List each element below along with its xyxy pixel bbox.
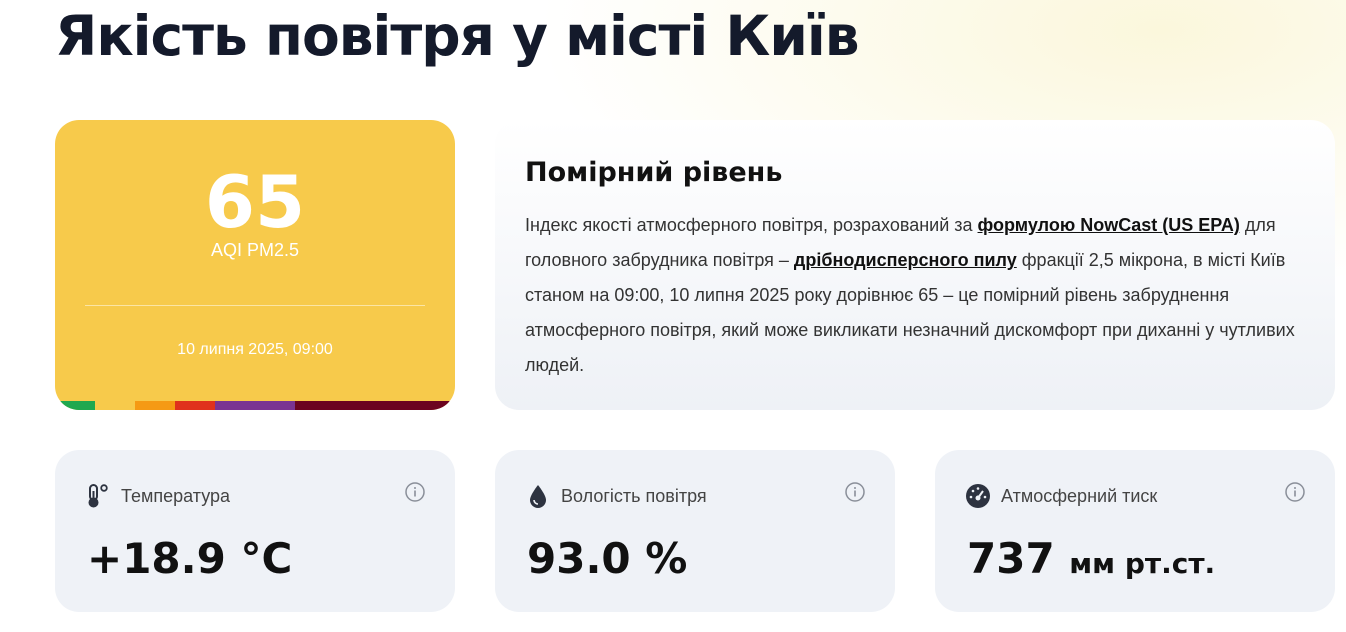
pressure-label: Атмосферний тиск xyxy=(1001,485,1158,506)
pressure-unit: мм рт.ст. xyxy=(1069,547,1216,580)
pressure-value: 737 мм рт.ст. xyxy=(967,534,1215,589)
scale-segment-moderate xyxy=(95,401,135,410)
pressure-number: 737 xyxy=(967,534,1055,583)
temperature-value: +18.9 °C xyxy=(87,534,293,583)
temperature-label: Температура xyxy=(121,485,231,506)
aqi-card: 65 AQI PM2.5 10 липня 2025, 09:00 xyxy=(55,120,455,410)
fine-dust-link[interactable]: дрібнодисперсного пилу xyxy=(794,250,1017,270)
aqi-unit: AQI PM2.5 xyxy=(210,240,300,260)
description-text-part: Індекс якості атмосферного повітря, розр… xyxy=(525,215,978,235)
humidity-card: Вологість повітря 93.0 % xyxy=(495,450,895,612)
temperature-card: Температура +18.9 °C xyxy=(55,450,455,612)
scale-segment-unhealthy xyxy=(175,401,215,410)
humidity-label: Вологість повітря xyxy=(561,485,707,506)
pressure-card: Атмосферний тиск 737 мм рт.ст. xyxy=(935,450,1335,612)
aqi-timestamp: 10 липня 2025, 09:00 xyxy=(177,341,333,358)
aqi-description-card: Помірний рівень Індекс якості атмосферно… xyxy=(495,120,1335,410)
water-drop-icon xyxy=(525,483,551,509)
info-icon[interactable] xyxy=(845,482,865,502)
info-icon[interactable] xyxy=(405,482,425,502)
scale-segment-good xyxy=(55,401,95,410)
aqi-value: 65 xyxy=(204,160,306,244)
page-title: Якість повітря у місті Київ xyxy=(55,4,860,68)
scale-segment-hazardous xyxy=(295,401,455,410)
aqi-color-scale xyxy=(55,401,455,410)
info-icon[interactable] xyxy=(1285,482,1305,502)
humidity-value: 93.0 % xyxy=(527,534,688,583)
aqi-divider xyxy=(85,305,425,306)
gauge-icon xyxy=(965,483,991,509)
scale-segment-sensitive xyxy=(135,401,175,410)
aqi-description-text: Індекс якості атмосферного повітря, розр… xyxy=(525,208,1305,383)
scale-segment-very-unhealthy xyxy=(215,401,295,410)
thermometer-icon xyxy=(85,483,111,509)
nowcast-formula-link[interactable]: формулою NowCast (US EPA) xyxy=(978,215,1240,235)
aqi-level-title: Помірний рівень xyxy=(525,157,783,188)
